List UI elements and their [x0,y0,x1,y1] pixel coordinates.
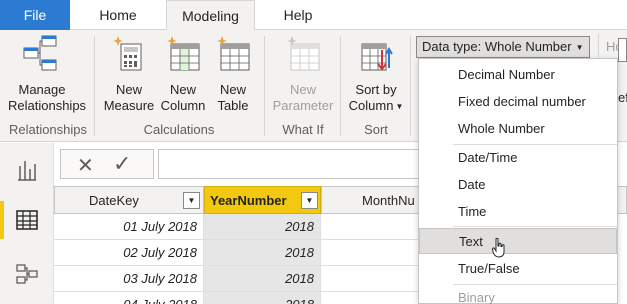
chevron-down-icon[interactable]: ▼ [301,192,318,209]
data-type-menu: Decimal Number Fixed decimal number Whol… [418,58,618,304]
column-header-label: MonthNu [362,193,415,208]
new-column-button[interactable]: New Column [158,34,208,114]
formula-actions: ✕ ✓ [60,149,154,179]
chevron-down-icon[interactable]: ▼ [183,192,200,209]
clipped-input[interactable] [618,38,627,62]
new-measure-label-2: Measure [103,98,155,113]
bar-chart-icon [18,161,36,181]
new-table-button[interactable]: New Table [208,34,258,114]
new-parameter-label-1: New [289,82,316,97]
model-view-button[interactable] [0,249,54,299]
ribbon-divider [410,36,411,136]
menu-item-time[interactable]: Time [419,199,617,225]
table-cell[interactable]: 04 July 2018 [54,292,204,304]
menu-item-date-time[interactable]: Date/Time [419,145,617,171]
menu-item-whole-number[interactable]: Whole Number [419,116,617,142]
table-cell[interactable]: 02 July 2018 [54,240,204,266]
group-calculations: Calculations [143,122,215,137]
menu-item-decimal-number[interactable]: Decimal Number [419,62,617,88]
commit-icon[interactable]: ✓ [113,151,131,177]
tab-home[interactable]: Home [80,0,156,30]
tab-help[interactable]: Help [270,0,326,30]
sort-icon [361,43,393,71]
column-header-label: YearNumber [210,193,287,208]
relationships-icon [23,35,57,71]
table-cell[interactable]: 2018 [204,214,321,240]
menu-item-fixed-decimal-number[interactable]: Fixed decimal number [419,89,617,115]
manage-label-2: Relationships [8,98,87,113]
menu-item-true-false[interactable]: True/False [419,256,617,282]
new-measure-label-1: New [115,82,142,97]
table-cell[interactable]: 03 July 2018 [54,266,204,292]
tab-modeling[interactable]: Modeling [166,0,255,31]
new-column-label-2: Column [160,98,206,113]
ribbon-tab-bar: File Home Modeling Help [0,0,627,31]
data-view-button[interactable] [0,195,54,245]
calculator-icon [113,36,142,71]
sort-label-2: Column ▼ [346,98,406,115]
menu-item-binary[interactable]: Binary [419,285,617,304]
column-header-label: DateKey [89,193,139,208]
model-icon [16,264,38,284]
table-icon [16,210,38,230]
table-cell[interactable]: 01 July 2018 [54,214,204,240]
chevron-down-icon: ▼ [575,42,584,52]
new-measure-button[interactable]: New Measure [100,34,158,114]
sort-by-column-button[interactable]: Sort by Column ▼ [346,34,406,115]
group-what-if: What If [282,122,324,137]
mouse-cursor-icon [492,238,505,258]
new-parameter-button[interactable]: New Parameter [270,34,336,114]
column-header-datekey[interactable]: DateKey ▼ [54,186,204,214]
group-relationships: Relationships [8,122,88,137]
ribbon-divider [94,36,95,136]
new-table-label-1: New [219,82,246,97]
new-column-icon [167,36,200,71]
menu-divider [453,226,617,227]
manage-label-1: Manage [18,82,66,97]
group-sort: Sort [364,122,388,137]
menu-item-text-label: Text [459,234,483,249]
data-type-dropdown[interactable]: Data type: Whole Number ▼ [416,36,590,58]
tab-file[interactable]: File [0,0,70,30]
table-cell[interactable]: 2018 [204,266,321,292]
sort-label-1: Sort by [355,82,397,97]
parameter-icon [287,36,320,71]
cancel-icon[interactable]: ✕ [77,153,94,178]
sort-label-2-text: Column [348,98,394,113]
ribbon-divider [340,36,341,136]
chevron-down-icon: ▼ [395,101,404,111]
view-rail [0,143,54,304]
data-type-label: Data type: Whole Number [422,39,572,54]
table-cell[interactable]: 2018 [204,292,321,304]
column-header-yearnumber[interactable]: YearNumber ▼ [204,186,321,214]
menu-item-text[interactable]: Text [419,228,617,258]
new-table-icon [217,36,250,71]
manage-relationships-button[interactable]: Manage Relationships [8,34,87,114]
ribbon-divider [264,36,265,136]
new-parameter-label-2: Parameter [272,98,334,113]
new-column-label-1: New [169,82,196,97]
table-cell[interactable]: 2018 [204,240,321,266]
report-view-button[interactable] [0,145,54,195]
new-table-label-2: Table [217,98,249,113]
menu-item-date[interactable]: Date [419,172,617,198]
clipped-default-label: ef [618,90,627,105]
